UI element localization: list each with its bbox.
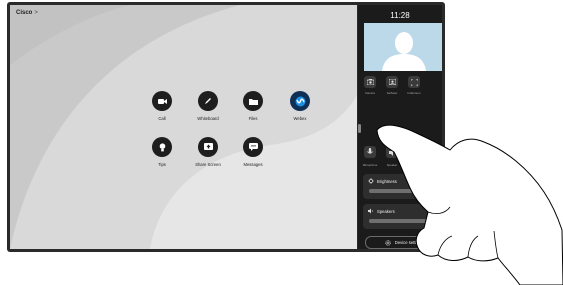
camera-label: Camera: [365, 91, 375, 95]
app-messages-label: Messages: [243, 162, 263, 167]
speaker-icon: [368, 208, 373, 214]
lightbulb-icon: [152, 137, 172, 157]
speakers-label: Speakers: [377, 209, 395, 214]
brightness-knob[interactable]: [425, 187, 433, 194]
speaker-label: Speaker: [386, 163, 398, 167]
fullscreen-button[interactable]: [408, 76, 420, 88]
app-messages[interactable]: Messages: [233, 137, 273, 167]
device-settings-button[interactable]: Device settings: [365, 236, 443, 249]
camera-icon: [366, 79, 374, 85]
brightness-slider[interactable]: [369, 187, 437, 194]
speaker-button[interactable]: [386, 146, 398, 158]
clock: 11:28: [390, 11, 410, 20]
speakers-knob[interactable]: [426, 217, 434, 224]
camera-icon: [152, 91, 172, 111]
app-whiteboard-label: Whiteboard: [197, 116, 219, 121]
control-panel: 11:28 Camera Selfview Fullscreen Microph: [358, 5, 443, 249]
speakers-card: Speakers: [363, 204, 442, 229]
wallpaper: [10, 5, 357, 249]
app-call-label: Call: [158, 116, 166, 121]
app-files[interactable]: Files: [233, 91, 273, 121]
brightness-fill: [369, 189, 429, 193]
app-webex[interactable]: Webex: [280, 91, 320, 121]
device-settings-label: Device settings: [394, 240, 424, 245]
chevron-right-icon: >: [34, 10, 38, 16]
speakers-slider[interactable]: [369, 217, 437, 224]
home-screen: Cisco > Call Whiteboard Files Webex Tips…: [10, 5, 357, 249]
app-share-screen-label: Share Screen: [195, 162, 221, 167]
selfview-preview[interactable]: [364, 23, 442, 71]
app-call[interactable]: Call: [142, 91, 182, 121]
brand-label[interactable]: Cisco >: [16, 10, 38, 16]
person-silhouette-icon: [364, 23, 442, 71]
brand-name: Cisco: [16, 10, 33, 16]
microphone-label: Microphone: [362, 163, 378, 167]
app-files-label: Files: [248, 116, 258, 121]
speaker-icon: [388, 148, 393, 156]
sun-icon: [368, 178, 374, 184]
speakers-fill: [369, 219, 430, 223]
camera-button[interactable]: [364, 76, 376, 88]
panel-handle[interactable]: [358, 124, 361, 133]
fullscreen-label: Fullscreen: [407, 91, 421, 95]
microphone-button[interactable]: [364, 146, 376, 158]
message-icon: [243, 137, 263, 157]
webex-icon: [290, 91, 310, 111]
folder-icon: [243, 91, 263, 111]
microphone-icon: [367, 148, 373, 154]
share-screen-icon: [198, 137, 218, 157]
app-whiteboard[interactable]: Whiteboard: [188, 91, 228, 121]
brightness-card: Brightness: [363, 174, 442, 199]
fullscreen-icon: [410, 78, 418, 86]
app-share-screen[interactable]: Share Screen: [188, 137, 228, 167]
gear-icon: [385, 239, 391, 246]
selfview-button[interactable]: [386, 76, 398, 88]
touch-panel-device: Cisco > Call Whiteboard Files Webex Tips…: [7, 2, 445, 252]
app-tips-label: Tips: [158, 162, 166, 167]
whiteboard-pen-icon: [198, 91, 218, 111]
brightness-label: Brightness: [377, 179, 397, 184]
selfview-label: Selfview: [386, 91, 398, 95]
selfview-icon: [388, 79, 396, 85]
app-webex-label: Webex: [293, 116, 307, 121]
app-tips[interactable]: Tips: [142, 137, 182, 167]
